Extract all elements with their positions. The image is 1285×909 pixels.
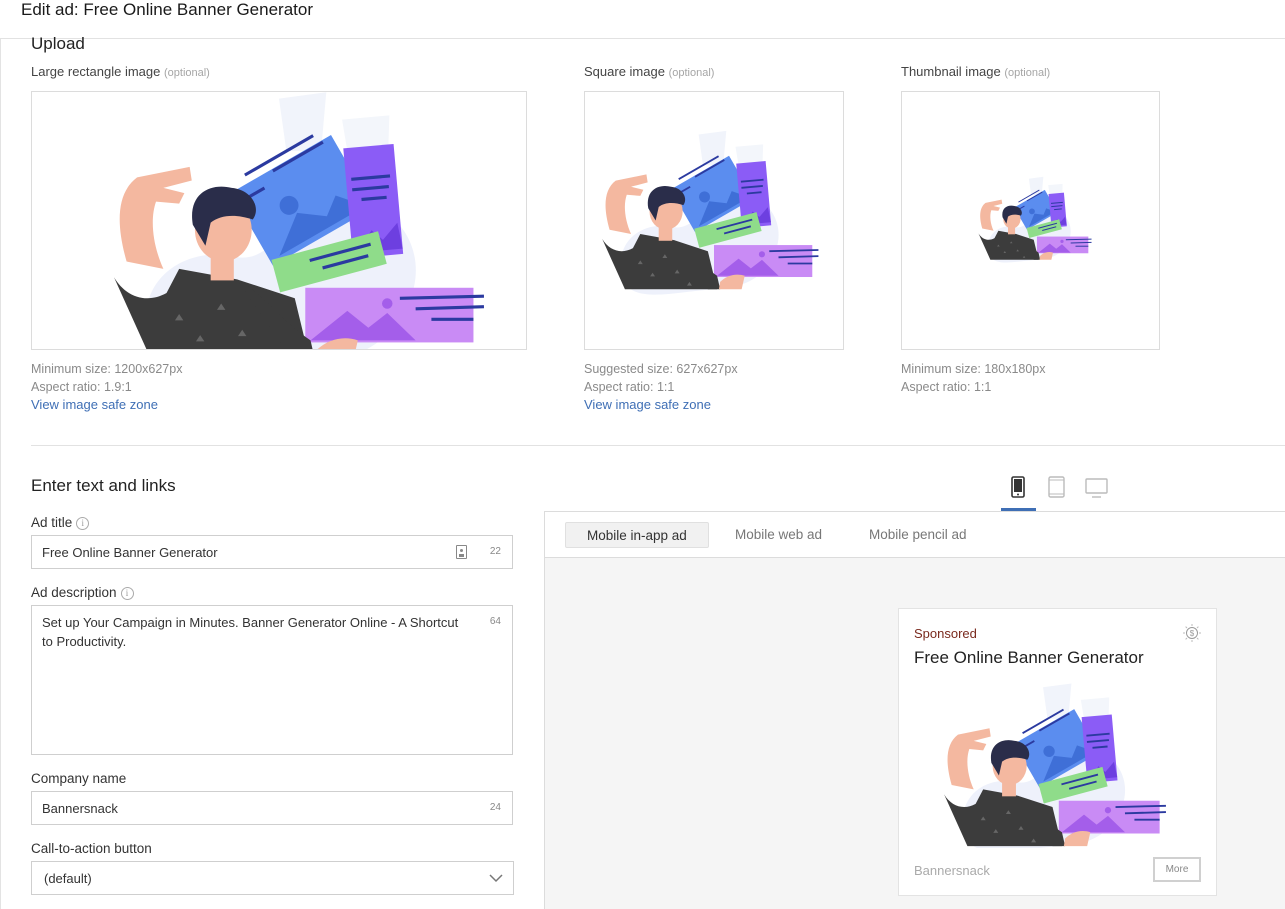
- large-image-label: Large rectangle image (optional): [31, 64, 210, 79]
- preview-tab-bar: Mobile in-app ad Mobile web ad Mobile pe…: [545, 512, 1285, 558]
- upload-section-title: Upload: [31, 34, 85, 53]
- ad-title-label-text: Ad title: [31, 515, 73, 530]
- banner-illustration-large: [112, 92, 486, 349]
- tab-mobile-pencil-ad[interactable]: Mobile pencil ad: [848, 522, 988, 548]
- page-title: Edit ad: Free Online Banner Generator: [21, 0, 313, 19]
- optional-tag: (optional): [163, 67, 210, 79]
- section-divider: [31, 445, 1285, 446]
- square-image-safe-zone-link[interactable]: View image safe zone: [584, 397, 711, 412]
- large-image-label-text: Large rectangle image: [31, 64, 161, 79]
- ad-description-textarea[interactable]: Set up Your Campaign in Minutes. Banner …: [31, 605, 513, 755]
- left-border: [0, 39, 1, 909]
- company-name-input[interactable]: Bannersnack 24: [31, 791, 513, 825]
- ad-description-value: Set up Your Campaign in Minutes. Banner …: [42, 615, 459, 649]
- info-icon[interactable]: i: [120, 587, 134, 600]
- optional-tag: (optional): [1004, 67, 1051, 79]
- mobile-phone-icon[interactable]: [1011, 476, 1025, 503]
- square-image-meta: Suggested size: 627x627px Aspect ratio: …: [584, 360, 738, 396]
- square-image-aspect-ratio: Aspect ratio: 1:1: [584, 380, 675, 394]
- text-links-section-title: Enter text and links: [31, 476, 176, 495]
- ad-preview-card: Sponsored Free Online Banner Generator $…: [898, 608, 1217, 896]
- ad-title-label: Ad title i: [31, 515, 90, 530]
- large-image-meta: Minimum size: 1200x627px Aspect ratio: 1…: [31, 360, 182, 396]
- ad-preview-company: Bannersnack: [914, 863, 990, 878]
- large-image-safe-zone-link[interactable]: View image safe zone: [31, 397, 158, 412]
- ad-title-input[interactable]: Free Online Banner Generator 22: [31, 535, 513, 569]
- optional-tag: (optional): [668, 67, 715, 79]
- cta-select-value: (default): [44, 871, 92, 886]
- info-icon[interactable]: i: [76, 517, 90, 530]
- text-options-icon[interactable]: [456, 545, 467, 559]
- thumbnail-image-upload[interactable]: [901, 91, 1160, 350]
- sponsored-label: Sponsored: [914, 626, 977, 641]
- company-name-char-count: 24: [489, 802, 501, 813]
- ad-description-char-count: 64: [489, 616, 501, 627]
- ad-preview-title: Free Online Banner Generator: [914, 648, 1144, 667]
- svg-text:$: $: [1190, 629, 1195, 638]
- adchoices-icon[interactable]: $: [1182, 623, 1202, 648]
- banner-illustration-thumbnail: [977, 176, 1093, 263]
- tablet-icon[interactable]: [1048, 476, 1065, 503]
- ad-description-label-text: Ad description: [31, 585, 117, 600]
- banner-illustration-square: [601, 129, 820, 296]
- thumbnail-image-meta: Minimum size: 180x180px Aspect ratio: 1:…: [901, 360, 1046, 396]
- chevron-down-icon: [489, 874, 503, 883]
- square-image-label: Square image (optional): [584, 64, 714, 79]
- ad-preview-panel: Mobile in-app ad Mobile web ad Mobile pe…: [544, 511, 1285, 909]
- square-image-label-text: Square image: [584, 64, 665, 79]
- large-rectangle-image-upload[interactable]: [31, 91, 527, 350]
- large-image-min-size: Minimum size: 1200x627px: [31, 362, 183, 376]
- company-name-value: Bannersnack: [42, 801, 118, 816]
- thumbnail-image-aspect-ratio: Aspect ratio: 1:1: [901, 380, 992, 394]
- tab-mobile-web-ad[interactable]: Mobile web ad: [714, 522, 843, 548]
- ad-title-value: Free Online Banner Generator: [42, 545, 218, 560]
- ad-preview-image: [933, 681, 1172, 848]
- cta-select[interactable]: (default): [31, 861, 514, 895]
- page-header: Edit ad: Free Online Banner Generator: [0, 0, 1285, 39]
- more-button[interactable]: More: [1153, 857, 1201, 882]
- tab-mobile-in-app-ad[interactable]: Mobile in-app ad: [565, 522, 709, 548]
- thumbnail-image-label-text: Thumbnail image: [901, 64, 1001, 79]
- company-name-label: Company name: [31, 771, 127, 786]
- square-image-upload[interactable]: [584, 91, 844, 350]
- ad-description-label: Ad description i: [31, 585, 134, 600]
- square-image-suggested-size: Suggested size: 627x627px: [584, 362, 738, 376]
- cta-button-label: Call-to-action button: [31, 841, 152, 856]
- large-image-aspect-ratio: Aspect ratio: 1.9:1: [31, 380, 132, 394]
- ad-title-char-count: 22: [489, 546, 501, 557]
- thumbnail-image-label: Thumbnail image (optional): [901, 64, 1050, 79]
- desktop-monitor-icon[interactable]: [1085, 478, 1108, 503]
- thumbnail-image-min-size: Minimum size: 180x180px: [901, 362, 1046, 376]
